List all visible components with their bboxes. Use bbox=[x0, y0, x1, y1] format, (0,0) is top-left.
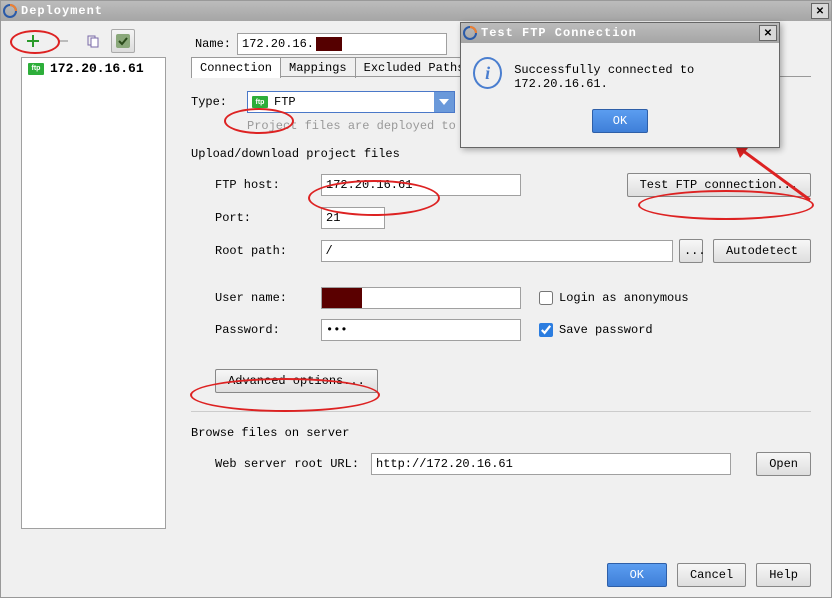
root-path-input[interactable] bbox=[321, 240, 673, 262]
root-path-label: Root path: bbox=[215, 244, 321, 258]
dialog-ok-button[interactable]: OK bbox=[592, 109, 648, 133]
tab-bar: Connection Mappings Excluded Paths bbox=[191, 57, 472, 78]
username-label: User name: bbox=[215, 291, 321, 305]
test-ftp-button[interactable]: Test FTP connection... bbox=[627, 173, 811, 197]
minus-icon bbox=[56, 34, 70, 48]
advanced-options-button[interactable]: Advanced options... bbox=[215, 369, 378, 393]
password-input[interactable] bbox=[321, 319, 521, 341]
use-server-button[interactable] bbox=[111, 29, 135, 53]
type-label: Type: bbox=[191, 95, 247, 109]
web-root-url-input[interactable] bbox=[371, 453, 731, 475]
server-list[interactable]: ftp 172.20.16.61 bbox=[21, 57, 166, 529]
save-password-checkbox-input[interactable] bbox=[539, 323, 553, 337]
test-ftp-dialog: Test FTP Connection ✕ i Successfully con… bbox=[460, 22, 780, 148]
dialog-buttons: OK Cancel Help bbox=[607, 563, 811, 587]
connection-form: Type: ftp FTP Project files are deployed… bbox=[191, 91, 811, 486]
port-input[interactable] bbox=[321, 207, 385, 229]
window-titlebar: Deployment ✕ bbox=[1, 1, 831, 21]
server-toolbar bbox=[21, 29, 135, 53]
upload-section-title: Upload/download project files bbox=[191, 147, 811, 161]
ftp-icon: ftp bbox=[252, 96, 268, 108]
tab-excluded-paths[interactable]: Excluded Paths bbox=[355, 57, 474, 78]
app-logo-icon bbox=[3, 4, 17, 18]
tab-mappings[interactable]: Mappings bbox=[280, 57, 356, 78]
copy-server-button[interactable] bbox=[81, 29, 105, 53]
save-password-checkbox[interactable]: Save password bbox=[539, 323, 653, 337]
autodetect-button[interactable]: Autodetect bbox=[713, 239, 811, 263]
type-value: FTP bbox=[274, 95, 434, 109]
web-root-url-label: Web server root URL: bbox=[215, 457, 371, 471]
dialog-title: Test FTP Connection bbox=[481, 26, 759, 40]
port-label: Port: bbox=[215, 211, 321, 225]
anonymous-checkbox[interactable]: Login as anonymous bbox=[539, 291, 689, 305]
password-label: Password: bbox=[215, 323, 321, 337]
server-item-label: 172.20.16.61 bbox=[50, 61, 144, 76]
app-logo-icon bbox=[463, 26, 477, 40]
server-list-item[interactable]: ftp 172.20.16.61 bbox=[22, 58, 165, 79]
redacted-segment bbox=[322, 288, 362, 308]
window-title: Deployment bbox=[21, 4, 811, 18]
ftp-host-label: FTP host: bbox=[215, 178, 321, 192]
info-icon: i bbox=[473, 57, 502, 89]
copy-icon bbox=[86, 34, 100, 48]
dialog-close-button[interactable]: ✕ bbox=[759, 25, 777, 41]
name-input[interactable]: 172.20.16. bbox=[237, 33, 447, 55]
ftp-host-input[interactable] bbox=[321, 174, 521, 196]
cancel-button[interactable]: Cancel bbox=[677, 563, 746, 587]
anonymous-checkbox-input[interactable] bbox=[539, 291, 553, 305]
name-label: Name: bbox=[181, 37, 231, 51]
tab-connection[interactable]: Connection bbox=[191, 57, 281, 78]
ok-button[interactable]: OK bbox=[607, 563, 667, 587]
open-url-button[interactable]: Open bbox=[756, 452, 811, 476]
browse-root-button[interactable]: ... bbox=[679, 239, 703, 263]
remove-server-button[interactable] bbox=[51, 29, 75, 53]
add-server-button[interactable] bbox=[21, 29, 45, 53]
redacted-segment bbox=[316, 37, 342, 51]
dialog-titlebar: Test FTP Connection ✕ bbox=[461, 23, 779, 43]
check-icon bbox=[115, 33, 131, 49]
browse-section-title: Browse files on server bbox=[191, 426, 811, 440]
section-divider bbox=[191, 411, 811, 412]
ftp-icon: ftp bbox=[28, 63, 44, 75]
type-select[interactable]: ftp FTP bbox=[247, 91, 455, 113]
help-button[interactable]: Help bbox=[756, 563, 811, 587]
username-input[interactable] bbox=[321, 287, 521, 309]
dialog-message: Successfully connected to 172.20.16.61. bbox=[514, 57, 767, 91]
chevron-down-icon bbox=[434, 92, 454, 112]
plus-icon bbox=[26, 34, 40, 48]
window-close-button[interactable]: ✕ bbox=[811, 3, 829, 19]
